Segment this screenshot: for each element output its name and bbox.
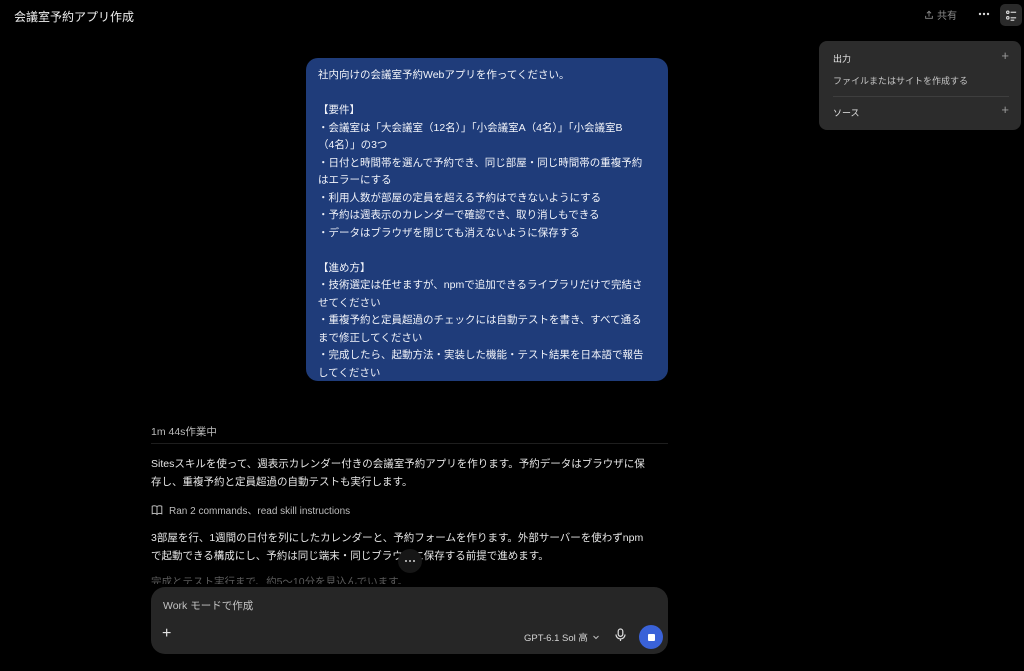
output-description[interactable]: ファイルまたはサイトを作成する bbox=[833, 74, 968, 87]
composer: Work モードで作成 + GPT-6.1 Sol 高 bbox=[151, 587, 668, 654]
user-message-line: ・日付と時間帯を選んで予約でき、同じ部屋・同じ時間帯の重複予約 bbox=[318, 156, 643, 169]
assistant-line: 3部屋を行、1週間の日付を列にしたカレンダーと、予約フォームを作ります。外部サー… bbox=[151, 532, 644, 544]
user-message-line: ・利用人数が部屋の定員を超える予約はできないようにする bbox=[318, 191, 602, 204]
user-message-line: ・会議室は「大会議室（12名）」「小会議室A（4名）」「小会議室B bbox=[318, 121, 623, 134]
user-message-line: 【要件】 bbox=[318, 104, 360, 116]
user-message-line: ・予約は週表示のカレンダーで確認でき、取り消しもできる bbox=[318, 209, 600, 221]
share-button[interactable]: 共有 bbox=[924, 7, 957, 22]
user-message-line: ・技術選定は任せますが、npmで追加できるライブラリだけで完結さ bbox=[318, 279, 643, 291]
book-icon bbox=[151, 504, 163, 515]
user-message-bubble: 社内向けの会議室予約Webアプリを作ってください。 【要件】・会議室は「大会議室（… bbox=[306, 58, 668, 381]
add-attachment-button[interactable]: + bbox=[162, 626, 171, 642]
more-options-button[interactable] bbox=[976, 6, 992, 22]
share-label: 共有 bbox=[937, 11, 957, 22]
add-output-button[interactable]: + bbox=[1001, 49, 1009, 62]
divider bbox=[833, 96, 1009, 97]
assistant-paragraph-faded: 完成とテスト実行まで、約5〜10分を見込んでいます。 bbox=[151, 576, 409, 584]
plus-icon: + bbox=[1001, 102, 1009, 117]
user-message-line: してください bbox=[318, 366, 381, 379]
user-message-line: ・データはブラウザを閉じても消えないように保存する bbox=[318, 226, 580, 239]
ran-commands-row[interactable]: Ran 2 commands、read skill instructions bbox=[151, 502, 350, 517]
app-window: 会議室予約アプリ作成 共有 出力 + ファイルまたはサイトを作成する ソース +… bbox=[0, 0, 1024, 671]
chevron-down-icon bbox=[593, 635, 599, 640]
user-message-line: （4名）」の3つ bbox=[318, 139, 388, 151]
plus-icon: + bbox=[1001, 48, 1009, 63]
user-message-line: まで修正してください bbox=[318, 331, 423, 344]
more-horizontal-icon bbox=[978, 12, 990, 16]
ran-commands-label: Ran 2 commands、read skill instructions bbox=[169, 506, 351, 517]
user-message-line: 社内向けの会議室予約Webアプリを作ってください。 bbox=[318, 69, 570, 81]
user-message-line: せてください bbox=[318, 296, 381, 309]
panel-toggle-icon bbox=[1005, 9, 1016, 21]
user-message-line: ・完成したら、起動方法・実装した機能・テスト結果を日本語で報告 bbox=[318, 349, 644, 361]
top-bar: 会議室予約アプリ作成 共有 bbox=[0, 0, 1024, 30]
model-label: GPT-6.1 Sol 高 bbox=[524, 633, 588, 644]
user-message-line: ・重複予約と定員超過のチェックには自動テストを書き、すべて通る bbox=[318, 314, 642, 326]
microphone-icon[interactable] bbox=[614, 628, 627, 642]
user-message-line bbox=[318, 85, 656, 103]
model-selector[interactable]: GPT-6.1 Sol 高 bbox=[524, 630, 600, 644]
assistant-line: 存し、重複予約と定員超過の自動テストも実行します。 bbox=[151, 476, 413, 488]
add-source-button[interactable]: + bbox=[1001, 103, 1009, 116]
message-input[interactable]: Work モードで作成 bbox=[163, 598, 253, 613]
assistant-paragraph: Sitesスキルを使って、週表示カレンダー付きの会議室予約アプリを作ります。予約… bbox=[151, 455, 671, 491]
stop-icon bbox=[647, 633, 655, 641]
assistant-line: Sitesスキルを使って、週表示カレンダー付きの会議室予約アプリを作ります。予約… bbox=[151, 458, 645, 470]
work-status[interactable]: 1m 44s作業中 bbox=[151, 424, 217, 439]
output-section-title: 出力 bbox=[833, 54, 852, 64]
plus-icon: + bbox=[162, 625, 172, 642]
user-message-line: はエラーにする bbox=[318, 174, 392, 186]
user-message-line bbox=[318, 242, 656, 260]
side-panel: 出力 + ファイルまたはサイトを作成する ソース + bbox=[819, 41, 1021, 130]
typing-indicator bbox=[398, 549, 422, 573]
user-message-line: 【進め方】 bbox=[318, 261, 371, 274]
divider bbox=[151, 443, 668, 444]
share-icon bbox=[925, 10, 933, 19]
sources-section-title: ソース bbox=[833, 108, 860, 118]
panel-toggle-button[interactable] bbox=[1000, 4, 1022, 26]
stop-button[interactable] bbox=[639, 625, 663, 649]
user-message-text: 社内向けの会議室予約Webアプリを作ってください。 【要件】・会議室は「大会議室（… bbox=[318, 67, 656, 382]
conversation-title: 会議室予約アプリ作成 bbox=[14, 10, 135, 24]
